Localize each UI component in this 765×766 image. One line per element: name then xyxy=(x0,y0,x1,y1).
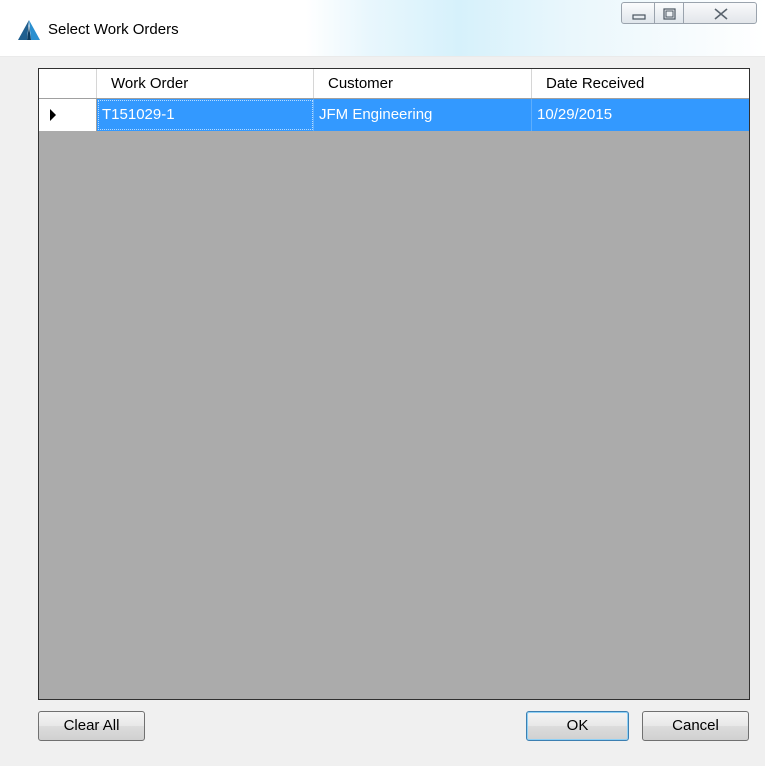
minimize-icon xyxy=(632,14,646,20)
grid-header-row: Work Order Customer Date Received xyxy=(39,69,749,99)
table-row[interactable]: T151029-1 JFM Engineering 10/29/2015 xyxy=(39,99,749,131)
minimize-button[interactable] xyxy=(621,2,655,24)
title-bar: Select Work Orders xyxy=(0,0,765,57)
caption-buttons xyxy=(615,0,765,28)
app-logo-icon xyxy=(18,20,40,40)
work-orders-grid[interactable]: Work Order Customer Date Received T15102… xyxy=(38,68,750,700)
ok-button[interactable]: OK xyxy=(526,711,629,741)
window-title: Select Work Orders xyxy=(48,21,179,38)
cancel-button[interactable]: Cancel xyxy=(642,711,749,741)
row-indicator-arrow-icon xyxy=(50,109,56,121)
row-header-corner xyxy=(39,69,97,98)
maximize-button[interactable] xyxy=(654,2,684,24)
column-header-date-received[interactable]: Date Received xyxy=(532,69,749,98)
cell-work-order[interactable]: T151029-1 xyxy=(97,99,314,131)
row-selector[interactable] xyxy=(39,99,97,131)
cell-date-received[interactable]: 10/29/2015 xyxy=(532,99,749,131)
select-work-orders-dialog: Select Work Orders Work Order Customer D… xyxy=(0,0,765,766)
column-header-work-order[interactable]: Work Order xyxy=(97,69,314,98)
maximize-icon xyxy=(663,8,676,20)
cell-customer[interactable]: JFM Engineering xyxy=(314,99,532,131)
clear-all-button[interactable]: Clear All xyxy=(38,711,145,741)
close-button[interactable] xyxy=(683,2,757,24)
column-header-customer[interactable]: Customer xyxy=(314,69,532,98)
close-icon xyxy=(714,8,728,20)
